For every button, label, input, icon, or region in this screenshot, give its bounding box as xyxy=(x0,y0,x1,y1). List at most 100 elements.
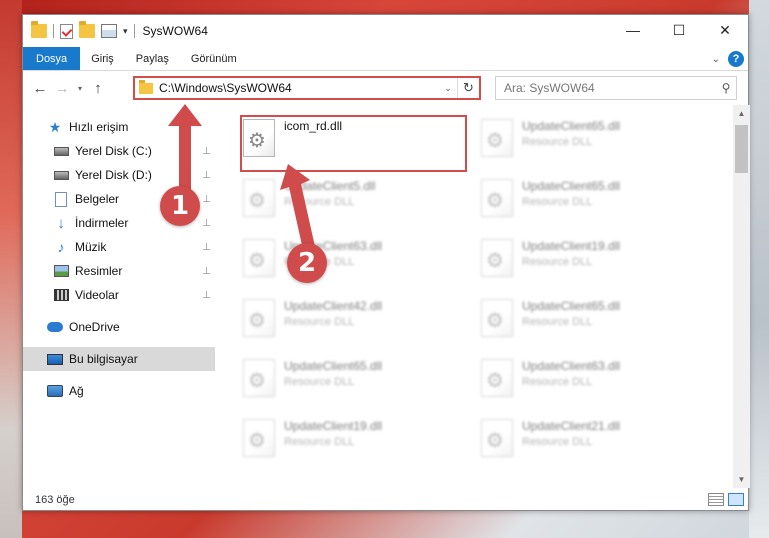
toolbar-divider xyxy=(53,24,54,38)
nav-item-videos[interactable]: Videolar ⊥ xyxy=(23,283,215,307)
maximize-button[interactable]: ☐ xyxy=(656,15,702,45)
scrollbar-thumb[interactable] xyxy=(735,125,748,173)
ribbon-right-controls: ⌄ ? xyxy=(712,51,744,67)
file-item[interactable]: UpdateClient65.dll Resource DLL xyxy=(481,177,681,227)
file-item[interactable]: UpdateClient42.dll Resource DLL xyxy=(243,297,443,347)
file-item[interactable]: UpdateClient19.dll Resource DLL xyxy=(481,237,681,287)
annotation-badge-1: 1 xyxy=(160,186,200,226)
nav-item-music[interactable]: ♪ Müzik ⊥ xyxy=(23,235,215,259)
new-folder-icon[interactable] xyxy=(79,21,95,38)
scroll-up-chevron-icon[interactable]: ▲ xyxy=(733,105,750,122)
folder-icon xyxy=(31,21,47,38)
quick-access-dropdown-icon[interactable]: ▾ xyxy=(123,26,128,37)
expand-ribbon-chevron-icon[interactable]: ⌄ xyxy=(712,54,720,65)
search-input[interactable]: Ara: SysWOW64 ⚲ xyxy=(495,76,737,100)
dll-file-icon xyxy=(481,419,513,457)
dll-file-icon xyxy=(481,239,513,277)
file-item[interactable]: UpdateClient65.dll Resource DLL xyxy=(243,357,443,407)
recent-locations-chevron-icon[interactable]: ▾ xyxy=(73,84,87,93)
download-arrow-icon: ↓ xyxy=(57,214,65,232)
file-name: UpdateClient19.dll xyxy=(284,419,383,433)
nav-item-label: Müzik xyxy=(75,240,107,254)
window-title: SysWOW64 xyxy=(142,24,208,38)
pin-icon[interactable]: ⊥ xyxy=(202,290,211,301)
tiles-view-icon[interactable] xyxy=(728,493,744,506)
file-name: UpdateClient42.dll xyxy=(284,299,383,313)
nav-item-label: Hızlı erişim xyxy=(69,120,129,134)
file-item[interactable]: UpdateClient21.dll Resource DLL xyxy=(481,417,681,467)
file-item[interactable]: UpdateClient65.dll Resource DLL xyxy=(481,117,681,167)
music-note-icon: ♪ xyxy=(57,239,65,255)
address-folder-icon xyxy=(139,79,153,94)
search-icon[interactable]: ⚲ xyxy=(716,81,736,95)
tab-home[interactable]: Giriş xyxy=(80,47,125,70)
file-type: Resource DLL xyxy=(522,136,593,148)
file-item[interactable]: UpdateClient63.dllResource DLL xyxy=(481,357,681,407)
back-arrow-icon[interactable]: ← xyxy=(29,80,51,97)
nav-item-label: Ağ xyxy=(69,384,84,398)
tab-view[interactable]: Görünüm xyxy=(180,47,248,70)
status-bar: 163 öğe xyxy=(23,489,750,511)
address-row: ← → ▾ ↑ C:\Windows\SysWOW64 ⌄ ↻ Ara: Sys… xyxy=(23,71,748,105)
tab-share[interactable]: Paylaş xyxy=(125,47,180,70)
cloud-icon xyxy=(47,322,63,332)
search-placeholder: Ara: SysWOW64 xyxy=(504,81,595,95)
file-item[interactable]: UpdateClient63.dllResource DLL xyxy=(243,237,443,287)
file-name: UpdateClient65.dll xyxy=(522,299,621,313)
nav-item-label: İndirmeler xyxy=(75,216,129,230)
address-dropdown-chevron-icon[interactable]: ⌄ xyxy=(439,83,457,94)
nav-item-pictures[interactable]: Resimler ⊥ xyxy=(23,259,215,283)
computer-icon xyxy=(47,353,63,365)
close-button[interactable]: ✕ xyxy=(702,15,748,45)
pin-icon[interactable]: ⊥ xyxy=(202,266,211,277)
nav-item-label: Videolar xyxy=(75,288,119,302)
nav-item-label: Yerel Disk (D:) xyxy=(75,168,152,182)
tab-file[interactable]: Dosya xyxy=(23,47,81,70)
file-type: Resource DLL xyxy=(284,436,355,448)
film-strip-icon xyxy=(53,289,69,301)
forward-arrow-icon[interactable]: → xyxy=(51,80,73,97)
file-item[interactable]: UpdateClient65.dll Resource DLL xyxy=(481,297,681,347)
file-name: UpdateClient21.dll xyxy=(522,419,621,433)
help-icon[interactable]: ? xyxy=(728,51,744,67)
dll-file-icon xyxy=(243,299,275,337)
file-item[interactable]: UpdateClient5.dllResource DLL xyxy=(243,177,443,227)
ribbon-tabs: Dosya Giriş Paylaş Görünüm ⌄ ? xyxy=(23,47,748,71)
up-arrow-icon[interactable]: ↑ xyxy=(87,80,109,97)
nav-item-label: Yerel Disk (C:) xyxy=(75,144,152,158)
dll-file-icon xyxy=(481,299,513,337)
file-type: Resource DLL xyxy=(284,376,355,388)
refresh-icon[interactable]: ↻ xyxy=(457,78,479,98)
nav-item-onedrive[interactable]: OneDrive xyxy=(23,315,215,339)
toolbar-properties-icon[interactable] xyxy=(101,24,117,38)
desktop-background-right xyxy=(749,0,769,538)
file-type: Resource DLL xyxy=(522,256,593,268)
minimize-button[interactable]: — xyxy=(610,15,656,45)
file-type: Resource DLL xyxy=(522,436,593,448)
nav-item-label: Bu bilgisayar xyxy=(69,352,138,366)
nav-item-this-pc[interactable]: Bu bilgisayar xyxy=(23,347,215,371)
desktop-background-left xyxy=(0,0,22,538)
document-icon xyxy=(55,191,67,207)
drive-icon xyxy=(53,170,69,180)
file-type: Resource DLL xyxy=(284,316,355,328)
drive-icon xyxy=(53,146,69,156)
file-item[interactable]: UpdateClient19.dll Resource DLL xyxy=(243,417,443,467)
dll-file-icon xyxy=(481,359,513,397)
annotation-badge-2: 2 xyxy=(287,243,327,283)
toolbar-divider xyxy=(133,24,135,38)
address-bar[interactable]: C:\Windows\SysWOW64 ⌄ ↻ xyxy=(133,76,481,100)
dll-file-icon xyxy=(243,179,275,217)
star-icon: ★ xyxy=(48,118,62,135)
file-name: UpdateClient65.dll xyxy=(522,119,621,133)
dll-file-icon xyxy=(481,119,513,157)
item-count: 163 öğe xyxy=(35,494,75,506)
properties-check-icon[interactable] xyxy=(60,23,73,39)
nav-item-network[interactable]: Ağ xyxy=(23,379,215,403)
network-icon xyxy=(47,385,63,397)
vertical-scrollbar[interactable]: ▲ ▼ xyxy=(733,105,750,488)
details-view-icon[interactable] xyxy=(708,493,724,506)
pin-icon[interactable]: ⊥ xyxy=(202,242,211,253)
address-path[interactable]: C:\Windows\SysWOW64 xyxy=(159,81,439,95)
scroll-down-chevron-icon[interactable]: ▼ xyxy=(733,471,750,488)
